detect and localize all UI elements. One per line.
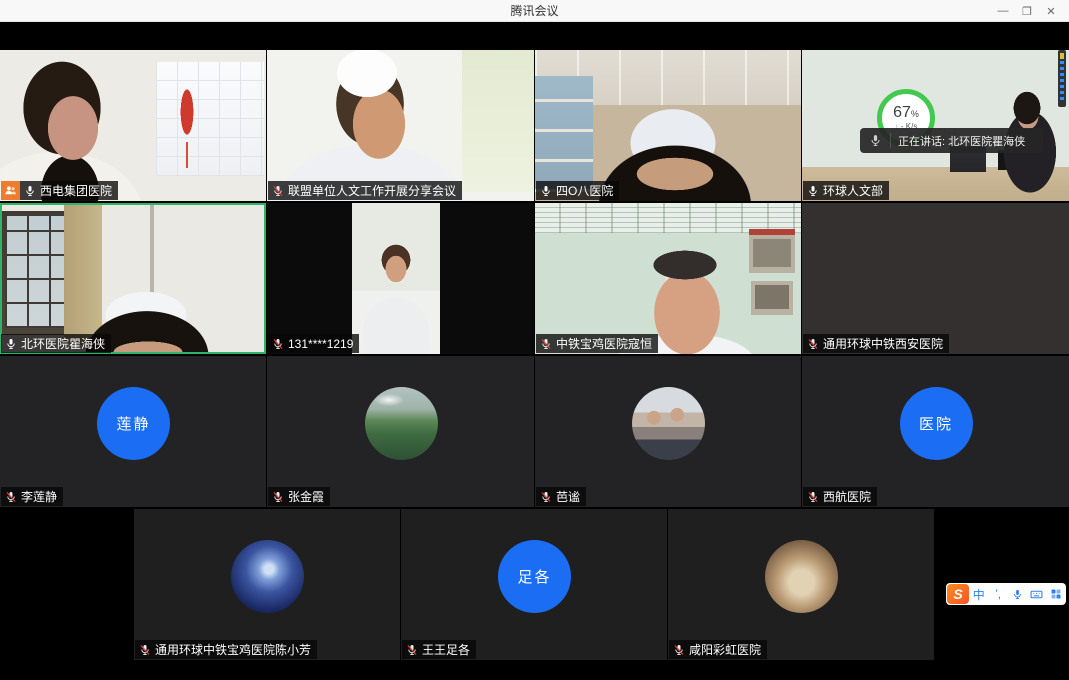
- mic-muted-icon: [5, 491, 17, 503]
- participant-nameplate: 通用环球中铁宝鸡医院陈小芳: [135, 640, 317, 659]
- speaking-banner-text: 正在讲话: 北环医院瞿海侠: [891, 133, 1043, 149]
- avatar-photo: [365, 387, 438, 460]
- avatar-photo: [765, 540, 838, 613]
- participant-nameplate: 芭谧: [536, 487, 586, 506]
- avatar-tile-lilianjing[interactable]: 莲静 李莲静: [0, 356, 266, 507]
- avatar-initials: 莲静: [116, 413, 150, 434]
- video-tile-huanqiu-renwenbu[interactable]: 环球人文部: [802, 50, 1069, 201]
- title-bar: 腾讯会议 — ❐ ✕: [0, 0, 1069, 22]
- participant-nameplate: 通用环球中铁西安医院: [803, 334, 949, 353]
- meeting-stage: 西电集团医院 联盟单位人文工作开展分享会议 四O八医院: [0, 22, 1069, 680]
- participant-name: 西航医院: [823, 488, 871, 505]
- participant-name: 王王足各: [422, 641, 470, 658]
- participant-name: 通用环球中铁宝鸡医院陈小芳: [155, 641, 311, 658]
- participant-name: 芭谧: [556, 488, 580, 505]
- participant-name: 131****1219: [288, 337, 353, 351]
- sogou-logo-icon[interactable]: S: [947, 584, 969, 604]
- minimize-button[interactable]: —: [991, 0, 1015, 22]
- participant-name: 咸阳彩虹医院: [689, 641, 761, 658]
- video-tile-alliance-meeting[interactable]: 联盟单位人文工作开展分享会议: [267, 50, 534, 201]
- video-tile-131-1219[interactable]: 131****1219: [267, 203, 534, 354]
- participant-nameplate: 环球人文部: [803, 181, 889, 200]
- participant-nameplate: 131****1219: [268, 334, 359, 353]
- mic-muted-icon: [272, 338, 284, 350]
- mic-on-icon: [540, 185, 552, 197]
- mic-muted-icon: [540, 491, 552, 503]
- network-percent-unit: %: [911, 109, 919, 119]
- ime-punctuation-toggle[interactable]: ’,: [988, 583, 1007, 605]
- participant-name: 通用环球中铁西安医院: [823, 335, 943, 352]
- host-badge-icon: [1, 181, 20, 200]
- ime-language-toggle[interactable]: 中: [969, 583, 988, 605]
- ime-mic-icon[interactable]: [1008, 583, 1027, 605]
- participant-nameplate: 王王足各: [402, 640, 476, 659]
- mic-muted-icon: [406, 644, 418, 656]
- participant-nameplate: 西航医院: [803, 487, 877, 506]
- participant-name: 四O八医院: [556, 182, 613, 199]
- participant-nameplate: 中铁宝鸡医院寇恒: [536, 334, 658, 353]
- participant-nameplate: 西电集团医院: [1, 181, 118, 200]
- mic-muted-icon: [807, 491, 819, 503]
- close-button[interactable]: ✕: [1039, 0, 1063, 22]
- participant-name: 西电集团医院: [40, 182, 112, 199]
- participant-name: 李莲静: [21, 488, 57, 505]
- network-percent: 67: [893, 104, 911, 121]
- video-tile-408-hospital[interactable]: 四O八医院: [535, 50, 801, 201]
- avatar-tile-xianyang-caihong-hospital[interactable]: 咸阳彩虹医院: [668, 509, 934, 660]
- participant-name: 环球人文部: [823, 182, 883, 199]
- video-tile-tongyong-xian-hospital[interactable]: 通用环球中铁西安医院: [802, 203, 1069, 354]
- participant-nameplate: 张金霞: [268, 487, 330, 506]
- participant-nameplate: 咸阳彩虹医院: [669, 640, 767, 659]
- window-controls: — ❐ ✕: [991, 0, 1063, 22]
- mic-on-icon: [860, 133, 891, 148]
- avatar-initials: 足各: [517, 566, 551, 587]
- mic-on-icon: [5, 338, 17, 350]
- mic-on-icon: [807, 185, 819, 197]
- mic-muted-icon: [673, 644, 685, 656]
- ime-toolbar[interactable]: S 中 ’,: [946, 583, 1066, 605]
- avatar-tile-xihang-hospital[interactable]: 医院 西航医院: [802, 356, 1069, 507]
- participant-nameplate: 李莲静: [1, 487, 63, 506]
- ime-toolbox-icon[interactable]: [1047, 583, 1066, 605]
- ime-keyboard-icon[interactable]: [1027, 583, 1046, 605]
- avatar-tile-wangwangzuge[interactable]: 足各 王王足各: [401, 509, 667, 660]
- participant-name: 联盟单位人文工作开展分享会议: [288, 182, 456, 199]
- participant-nameplate: 北环医院瞿海侠: [1, 334, 111, 353]
- participant-nameplate: 联盟单位人文工作开展分享会议: [268, 181, 462, 200]
- avatar-photo: [632, 387, 705, 460]
- video-tile-zhongtie-baoji-kouheng[interactable]: 中铁宝鸡医院寇恒: [535, 203, 801, 354]
- speaking-banner: 正在讲话: 北环医院瞿海侠: [860, 128, 1043, 153]
- maximize-button[interactable]: ❐: [1015, 0, 1039, 22]
- mic-muted-icon: [272, 491, 284, 503]
- mic-muted-icon: [272, 185, 284, 197]
- mic-on-icon: [24, 185, 36, 197]
- mic-muted-icon: [139, 644, 151, 656]
- avatar: 足各: [498, 540, 571, 613]
- scrollbar-marks: [1060, 53, 1064, 103]
- mic-muted-icon: [540, 338, 552, 350]
- avatar-tile-chenxiaofang[interactable]: 通用环球中铁宝鸡医院陈小芳: [134, 509, 400, 660]
- avatar: 医院: [900, 387, 973, 460]
- participant-name: 张金霞: [288, 488, 324, 505]
- avatar-tile-zhangjinxia[interactable]: 张金霞: [267, 356, 534, 507]
- avatar-tile-bami[interactable]: 芭谧: [535, 356, 801, 507]
- participant-name: 中铁宝鸡医院寇恒: [556, 335, 652, 352]
- avatar-photo: [231, 540, 304, 613]
- participant-name: 北环医院瞿海侠: [21, 335, 105, 352]
- window-title: 腾讯会议: [510, 2, 558, 19]
- avatar: 莲静: [97, 387, 170, 460]
- mic-muted-icon: [807, 338, 819, 350]
- video-tile-beihuan-quhaixia[interactable]: 北环医院瞿海侠: [0, 203, 266, 354]
- grid-scrollbar[interactable]: [1058, 50, 1066, 107]
- video-tile-xidian-group-hospital[interactable]: 西电集团医院: [0, 50, 266, 201]
- participant-nameplate: 四O八医院: [536, 181, 619, 200]
- avatar-initials: 医院: [919, 413, 953, 434]
